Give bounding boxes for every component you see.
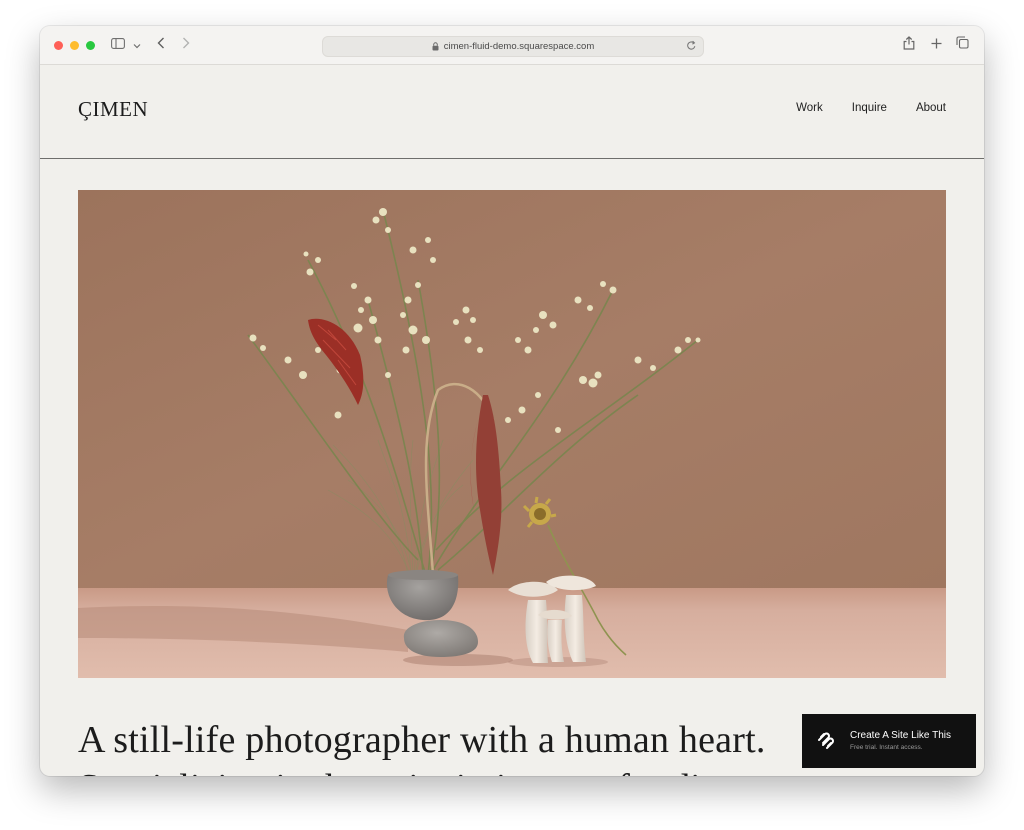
forward-icon	[182, 36, 190, 54]
address-bar[interactable]: cimen-fluid-demo.squarespace.com	[322, 36, 704, 57]
hero-headline-line2: Specializing in the quiet intimacy of or…	[78, 766, 768, 776]
zoom-window-button[interactable]	[86, 41, 95, 50]
close-window-button[interactable]	[54, 41, 63, 50]
forward-button[interactable]	[179, 36, 193, 54]
still-life-photo	[78, 190, 946, 678]
browser-toolbar: cimen-fluid-demo.squarespace.com	[40, 26, 984, 65]
sidebar-icon	[111, 36, 125, 54]
minimize-window-button[interactable]	[70, 41, 79, 50]
share-icon	[903, 35, 915, 55]
sidebar-menu-button[interactable]	[132, 36, 142, 54]
back-icon	[157, 36, 165, 54]
browser-window: cimen-fluid-demo.squarespace.com ÇIMEN W…	[40, 26, 984, 776]
tabs-icon	[955, 36, 969, 54]
new-tab-icon	[931, 36, 942, 54]
url-text: cimen-fluid-demo.squarespace.com	[443, 41, 595, 52]
new-tab-button[interactable]	[929, 36, 943, 54]
site-header: ÇIMEN Work Inquire About	[40, 65, 984, 159]
hero-image	[78, 190, 946, 678]
sidebar-toggle-button[interactable]	[110, 36, 126, 54]
main-navigation: Work Inquire About	[796, 102, 946, 114]
badge-title: Create A Site Like This	[850, 730, 951, 741]
badge-subtitle: Free trial. Instant access.	[850, 744, 923, 751]
nav-link-inquire[interactable]: Inquire	[852, 102, 887, 114]
nav-link-work[interactable]: Work	[796, 102, 823, 114]
share-button[interactable]	[902, 35, 916, 55]
window-controls	[54, 41, 95, 50]
reload-icon[interactable]	[686, 40, 697, 51]
chevron-down-icon	[133, 36, 141, 54]
nav-link-about[interactable]: About	[916, 102, 946, 114]
site-logo[interactable]: ÇIMEN	[78, 97, 148, 122]
tab-overview-button[interactable]	[955, 36, 969, 54]
back-button[interactable]	[154, 36, 168, 54]
create-site-badge[interactable]: Create A Site Like This Free trial. Inst…	[802, 714, 976, 768]
squarespace-logo-icon	[816, 731, 836, 754]
lock-icon	[432, 42, 439, 51]
hero-headline: A still-life photographer with a human h…	[78, 719, 766, 761]
